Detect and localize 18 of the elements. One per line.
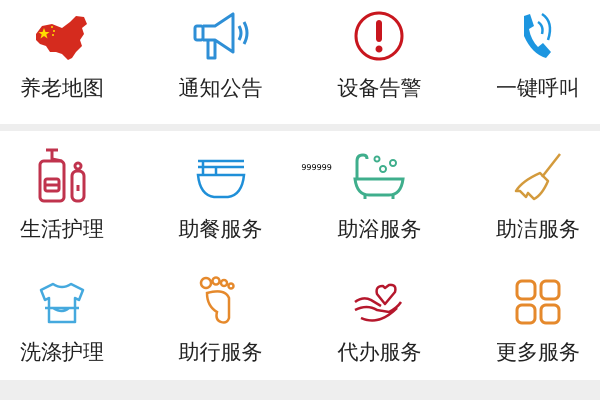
menu-label[interactable]: 设备告警 [337, 78, 422, 99]
menu-label[interactable]: 助洁服务 [496, 219, 580, 240]
menu-label[interactable]: 通知公告 [178, 78, 263, 99]
menu-label[interactable]: 代办服务 [337, 342, 422, 363]
menu-label[interactable]: 一键呼叫 [496, 78, 580, 99]
menu-label[interactable]: 更多服务 [496, 342, 580, 363]
menu-label[interactable]: 助餐服务 [178, 219, 263, 240]
menu-label[interactable]: 洗涤护理 [20, 342, 104, 363]
megaphone-icon[interactable] [190, 10, 251, 62]
menu-label[interactable]: 助浴服务 [337, 219, 422, 240]
menu-label[interactable]: 生活护理 [20, 219, 104, 240]
exclamation-icon[interactable] [353, 10, 406, 62]
menu-label[interactable]: 养老地图 [20, 78, 104, 99]
menu-label[interactable]: 助行服务 [178, 342, 263, 363]
grid-icon[interactable] [514, 278, 562, 326]
bottles-icon[interactable] [36, 147, 88, 203]
shirt-icon[interactable] [37, 280, 87, 326]
count-text: 999999 [301, 163, 332, 172]
